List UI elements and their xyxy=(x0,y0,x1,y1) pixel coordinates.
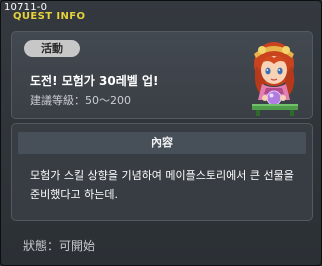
quest-summary-panel: 活動 도전! 모험가 30레벨 업! 建議等級：50～200 xyxy=(11,31,313,119)
window-title: QUEST INFO xyxy=(13,11,86,22)
level-range: 建議等級：50～200 xyxy=(30,94,131,107)
quest-info-window: 10711-0 QUEST INFO 活動 도전! 모험가 30레벨 업! 建議… xyxy=(0,0,322,266)
quest-description: 모험가 스킬 상향을 기념하여 메이플스토리에서 큰 선물을 준비했다고 하는데… xyxy=(30,169,294,201)
category-badge: 活動 xyxy=(24,40,80,57)
quest-title: 도전! 모험가 30레벨 업! xyxy=(30,74,159,88)
content-header: 內容 xyxy=(18,132,306,154)
npc-portrait-icon xyxy=(252,42,298,116)
content-panel: 內容 모험가 스킬 상향을 기념하여 메이플스토리에서 큰 선물을 준비했다고 … xyxy=(11,123,313,221)
quest-status: 狀態：可開始 xyxy=(23,239,96,253)
